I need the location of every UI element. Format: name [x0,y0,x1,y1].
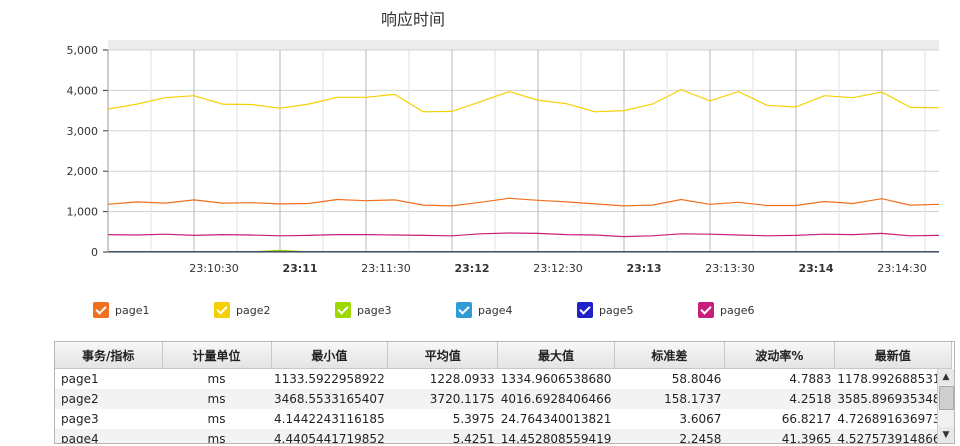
x-tick-label: 23:12 [454,262,489,275]
legend-checkbox-icon[interactable] [577,302,593,318]
column-header[interactable]: 最大值 [497,342,615,369]
legend: page1 page2 page3 page4 page5 page6 [0,0,960,318]
legend-label: page6 [720,303,755,317]
plot-top-band [108,40,939,50]
table-cell: ms [162,429,271,443]
table-cell: 3720.1175 [387,389,498,409]
table-cell: ms [207,412,226,426]
x-tick-label: 23:11 [282,262,317,275]
table-cell: 58.8046 [671,372,722,386]
column-header[interactable]: 事务/指标 [55,342,163,369]
chart-plot: 0 1,000 2,000 3,000 4,000 5,000 23:10:30 23:11… [67,40,940,275]
legend-label: page4 [478,303,513,317]
table-cell: 4.7268916369733 [837,412,949,426]
table-cell: 4.2518 [724,389,835,409]
column-header[interactable]: 波动率% [724,342,835,369]
column-header[interactable]: 最小值 [271,342,389,369]
legend-checkbox-icon[interactable] [214,302,230,318]
legend-checkbox-icon[interactable] [698,302,714,318]
x-tick-label: 23:10:30 [189,262,238,275]
table-row[interactable]: page2 ms 3468.5533165407 3720.1175 4016.6928… [55,389,952,409]
table-cell: 3468.5533165407 [271,389,388,409]
y-tick-label: 5,000 [67,44,99,57]
series-line-page6 [107,232,940,238]
legend-checkbox-icon[interactable] [93,302,109,318]
legend-label: page3 [357,303,392,317]
table-row[interactable]: page1 ms 1133.5922958922 1228.0933 1334.9606… [55,369,951,390]
table-cell: 4.4405441719852 [271,429,388,443]
table-cell: page1 [61,372,99,386]
table-cell: 4.7883 [789,372,832,386]
table-cell: page3 [61,412,99,426]
table-row[interactable]: page4 ms 4.4405441719852 5.4251 14.452808559… [55,429,952,443]
legend-checkbox-icon[interactable] [456,302,472,318]
table-cell: 1334.9606538680 [500,372,612,386]
legend-item-page6[interactable]: page6 [698,302,754,318]
series-line-page1 [107,197,940,207]
legend-item-page4[interactable]: page4 [456,302,512,318]
table-cell: 3.6067 [679,412,722,426]
x-tick-label: 23:13 [626,262,661,275]
table-cell: 1228.0933 [429,372,495,386]
x-tick-label: 23:13:30 [705,262,754,275]
legend-label: page1 [115,303,150,317]
legend-item-page5[interactable]: page5 [577,302,633,318]
y-tick-label: 1,000 [67,206,99,219]
x-tick-label: 23:14:30 [877,262,926,275]
legend-item-page2[interactable]: page2 [214,302,270,318]
table-cell: 5.3975 [452,412,495,426]
table-cell: 4016.6928406466 [497,389,615,409]
table-cell: 24.764340013821 [500,412,612,426]
scroll-down-button[interactable]: ▼ [938,427,954,443]
table-cell: 41.3965 [724,429,835,443]
table-cell: 4.1442243116185 [274,412,385,426]
x-tick-label: 23:14 [798,262,833,275]
table-cell: 14.452808559419 [497,429,615,443]
legend-item-page1[interactable]: page1 [93,302,149,318]
table-cell: 66.8217 [781,412,832,426]
table-cell: 5.4251 [387,429,498,443]
y-tick-label: 2,000 [67,165,99,178]
scroll-up-button[interactable]: ▲ [938,369,954,385]
table-cell: 1178.9926885314 [837,372,949,386]
column-header[interactable]: 标准差 [614,342,725,369]
table-cell: ms [162,389,271,409]
table-scrollbar[interactable]: ▲ ▼ [937,369,954,443]
x-tick-label: 23:12:30 [533,262,582,275]
table-cell: page2 [55,389,162,409]
column-header[interactable]: 平均值 [387,342,499,369]
table-cell: ms [207,372,226,386]
table-cell: 4.5275739148668 [834,429,952,443]
y-tick-label: 3,000 [67,125,99,138]
legend-label: page2 [236,303,271,317]
legend-label: page5 [599,303,634,317]
table-cell: 158.1737 [614,389,725,409]
table-row[interactable]: page3 ms 4.1442243116185 5.3975 24.764340013… [55,409,951,429]
table-cell: 1133.5922958922 [274,372,385,386]
y-tick-label: 4,000 [67,84,99,97]
table-cell: page4 [55,429,162,443]
column-header[interactable]: 最新值 [834,342,952,369]
scroll-thumb[interactable] [939,386,954,410]
legend-checkbox-icon[interactable] [335,302,351,318]
y-tick-label: 0 [91,246,98,259]
table-cell: 3585.8969353484 [834,389,952,409]
table-cell: 2.2458 [614,429,725,443]
x-tick-label: 23:11:30 [361,262,410,275]
stats-table: 事务/指标 计量单位 最小值 平均值 最大值 标准差 波动率% 最新值 page1 ms 1133… [54,341,955,444]
series-line-page2 [107,88,940,113]
legend-item-page3[interactable]: page3 [335,302,391,318]
column-header[interactable]: 计量单位 [162,342,272,369]
